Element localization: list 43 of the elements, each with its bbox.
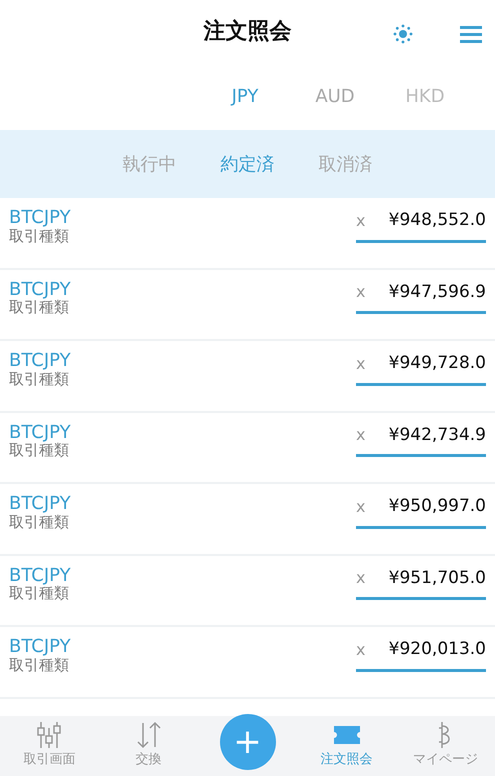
cancel-button[interactable]: x [356,423,366,448]
price-field: x ¥951,705.0 [356,566,486,600]
order-type-text: 取引種類 [9,656,69,674]
price-field: x ¥920,013.0 [356,637,486,672]
cancel-button[interactable]: x [356,352,366,376]
nav-tab[interactable]: 取引画面 [0,716,99,776]
currency-tab[interactable]: AUD [290,82,380,110]
status-tab[interactable]: 取消済 [296,150,394,178]
order-type-text: 取引種類 [9,585,69,602]
symbol-text: BTCJPY [9,566,71,586]
price-field: x ¥949,728.0 [356,351,486,386]
nav-tab[interactable]: 注文照会 [297,716,396,776]
order-type-text: 取引種類 [9,370,69,388]
price-field: x ¥947,596.9 [356,280,486,314]
status-tab[interactable]: 執行中 [100,150,198,178]
menu-icon[interactable] [460,26,482,43]
currency-tab[interactable]: JPY [200,82,290,110]
symbol-text: BTCJPY [9,637,71,657]
up-down-arrows-icon [134,720,162,750]
symbol-text: BTCJPY [9,422,71,442]
cancel-button[interactable]: x [356,638,366,662]
symbol-text: BTCJPY [9,208,71,228]
order-type-text: 取引種類 [9,228,69,244]
add-button[interactable]: + [220,714,276,770]
order-type-text: 取引種類 [9,442,69,459]
candlestick-icon [36,720,64,750]
price-field: x ¥950,997.0 [356,494,486,528]
cancel-button[interactable]: x [356,566,366,590]
cancel-button[interactable]: x [356,280,366,304]
symbol-text: BTCJPY [9,494,71,514]
nav-tab[interactable]: 交換 [99,716,198,776]
status-tab[interactable]: 約定済 [198,150,296,178]
cancel-button[interactable]: x [356,494,366,519]
cancel-button[interactable]: x [356,208,366,233]
price-field: x ¥948,552.0 [356,208,486,242]
settings-icon[interactable] [393,24,413,44]
price-field: x ¥942,734.9 [356,422,486,457]
nav-tab[interactable]: マイページ [396,716,495,776]
order-type-text: 取引種類 [9,514,69,530]
symbol-text: BTCJPY [9,351,71,371]
order-type-text: 取引種類 [9,299,69,316]
page-title: 注文照会 [204,18,292,46]
symbol-text: BTCJPY [9,280,71,300]
